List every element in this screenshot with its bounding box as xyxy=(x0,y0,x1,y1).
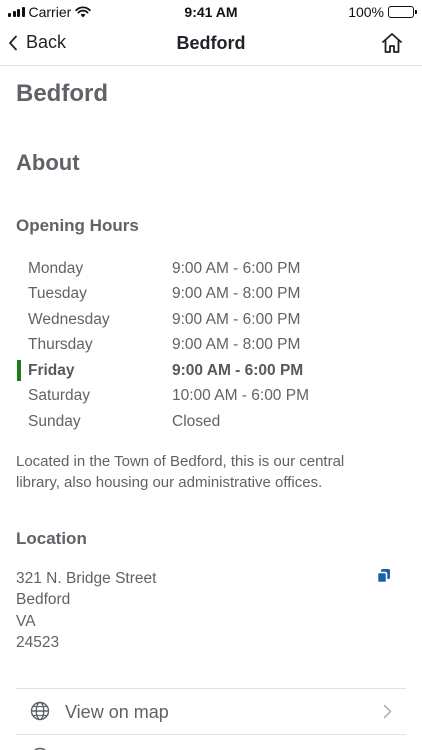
hours-row-saturday: Saturday 10:00 AM - 6:00 PM xyxy=(16,384,406,410)
page-title: Bedford xyxy=(16,80,108,107)
view-on-map-item[interactable]: View on map xyxy=(16,689,406,735)
status-right: 100% xyxy=(348,4,417,20)
hours-value: Closed xyxy=(172,412,221,430)
day-label: Thursday xyxy=(28,336,93,354)
battery-percent: 100% xyxy=(348,4,384,20)
address-zip: 24523 xyxy=(16,634,60,651)
clock-icon xyxy=(33,747,47,750)
address-block: 321 N. Bridge Street Bedford VA 24523 xyxy=(16,568,406,654)
home-button[interactable] xyxy=(380,31,404,60)
hours-row-friday: Friday 9:00 AM - 6:00 PM xyxy=(16,358,406,384)
location-heading: Location xyxy=(16,528,87,548)
day-label: Saturday xyxy=(28,387,91,405)
hours-value: 10:00 AM - 6:00 PM xyxy=(172,387,309,405)
hours-row-tuesday: Tuesday 9:00 AM - 8:00 PM xyxy=(16,282,406,308)
hours-value: 9:00 AM - 6:00 PM xyxy=(172,310,301,328)
globe-icon xyxy=(30,701,50,720)
hours-row-wednesday: Wednesday 9:00 AM - 6:00 PM xyxy=(16,307,406,333)
library-description: Located in the Town of Bedford, this is … xyxy=(16,452,345,491)
day-label: Sunday xyxy=(28,412,81,430)
hours-table: Monday 9:00 AM - 6:00 PM Tuesday 9:00 AM… xyxy=(16,256,406,435)
day-label: Wednesday xyxy=(28,310,110,328)
home-icon xyxy=(382,33,402,53)
status-bar: Carrier 9:41 AM 100% xyxy=(0,0,422,24)
hours-value: 9:00 AM - 8:00 PM xyxy=(172,285,301,303)
address-street: 321 N. Bridge Street xyxy=(16,569,157,587)
hours-value: 9:00 AM - 6:00 PM xyxy=(172,259,301,277)
actions-list: View on map xyxy=(16,687,406,750)
battery-icon xyxy=(388,6,417,18)
address-state: VA xyxy=(16,612,36,630)
copy-address-button[interactable] xyxy=(376,568,392,589)
hours-row-sunday: Sunday Closed xyxy=(16,409,406,435)
navigation-bar: Back Bedford xyxy=(0,24,422,66)
hours-value: 9:00 AM - 8:00 PM xyxy=(172,336,301,354)
content: Bedford About Opening Hours Monday 9:00 … xyxy=(16,66,406,750)
hours-row-monday: Monday 9:00 AM - 6:00 PM xyxy=(16,256,406,282)
day-label: Friday xyxy=(28,361,75,379)
about-heading: About xyxy=(16,150,80,175)
address-city: Bedford xyxy=(16,591,71,608)
current-day-marker xyxy=(17,360,21,381)
hours-row-thursday: Thursday 9:00 AM - 8:00 PM xyxy=(16,333,406,359)
nav-title: Bedford xyxy=(176,33,246,53)
day-label: Tuesday xyxy=(28,285,87,303)
copy-icon xyxy=(376,568,390,583)
next-action-item[interactable] xyxy=(16,735,406,750)
opening-hours-heading: Opening Hours xyxy=(16,216,139,235)
day-label: Monday xyxy=(28,259,84,277)
view-on-map-label: View on map xyxy=(65,701,169,722)
chevron-right-icon xyxy=(383,704,392,718)
hours-value: 9:00 AM - 6:00 PM xyxy=(172,361,304,379)
